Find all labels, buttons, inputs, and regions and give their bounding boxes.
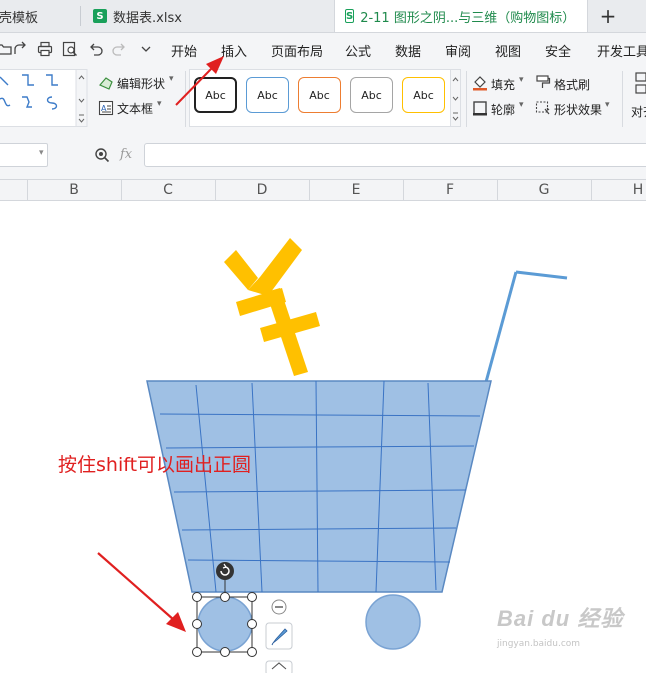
yen-symbol-shape[interactable] [224,238,320,376]
cart-basket-shape[interactable] [146,380,492,593]
resize-handle[interactable] [220,647,230,657]
cart-wheel-left-shape[interactable] [197,596,253,652]
resize-handle[interactable] [247,647,257,657]
resize-handle[interactable] [192,647,202,657]
drawing-layer [97,56,568,673]
more-options-icon[interactable] [265,660,293,673]
watermark-main: Bai du 经验 [497,606,624,631]
rotate-handle-icon[interactable] [216,562,234,580]
watermark-url: jingyan.baidu.com [497,639,581,649]
minus-icon[interactable] [271,599,287,615]
shape-quick-toolbar [265,599,293,673]
red-arrow-to-insert-menu [175,56,224,106]
cart-handle-shape[interactable] [484,270,568,383]
red-arrow-to-circle [97,552,186,632]
resize-handle[interactable] [192,619,202,629]
resize-handle[interactable] [220,592,230,602]
watermark: Bai du 经验 jingyan.baidu.com [497,601,624,649]
resize-handle[interactable] [247,619,257,629]
shape-style-brush-icon[interactable] [265,622,293,650]
resize-handle[interactable] [247,592,257,602]
resize-handle[interactable] [192,592,202,602]
cart-wheel-right-shape[interactable] [365,594,421,650]
annotation-text: 按住shift可以画出正圆 [58,454,252,476]
